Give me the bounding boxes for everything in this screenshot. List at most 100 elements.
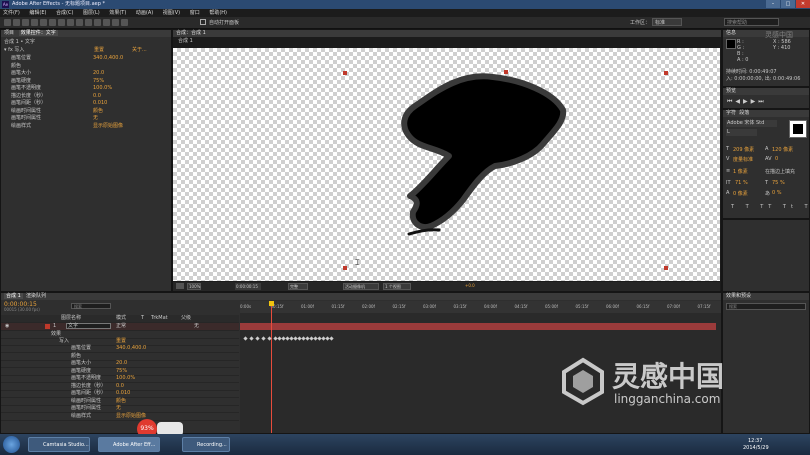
effect-prop-value[interactable]: 75% [93,78,104,85]
effect-prop-row[interactable]: 颜色 [11,63,171,70]
layer-row[interactable]: ◉ 1 文字 正常 无 [1,323,239,331]
tab-comp-1[interactable]: 合成 1 [4,293,23,299]
prev-frame-icon[interactable]: ◀ [735,98,743,105]
menu-layer[interactable]: 图层(L) [83,10,100,16]
timeline-prop-value[interactable]: 颜色 [116,398,126,405]
tab-project[interactable]: 项目 [4,30,14,36]
menu-effect[interactable]: 效果(T) [109,10,126,16]
time-ruler[interactable]: 0:00s 00:15f 01:00f 01:15f 02:00f 02:15f 03:00… [240,301,721,313]
effect-prop-value[interactable]: 340.0,400.0 [93,55,123,62]
eye-icon[interactable]: ◉ [5,323,9,330]
clone-tool-icon[interactable] [94,19,101,26]
brush-tool-icon[interactable] [85,19,92,26]
layer-color-label[interactable] [45,324,50,329]
effect-prop-row[interactable]: 画笔不透明度 100.0% [11,85,171,92]
roto-brush-tool-icon[interactable] [112,19,119,26]
menu-file[interactable]: 文件(F) [3,10,20,16]
effect-prop-row[interactable]: 画笔位置 340.0,400.0 [11,55,171,62]
current-time-indicator[interactable] [271,301,272,433]
layer-mode-select[interactable]: 正常 [116,323,126,330]
col-layer-name[interactable]: 图层名称 [61,315,81,322]
effect-prop-row[interactable]: 画笔间距（秒） 0.010 [11,100,171,107]
menu-help[interactable]: 帮助(H) [209,10,227,16]
timeline-prop-value[interactable]: 20.0 [116,360,127,367]
tab-preview[interactable]: 预览 [723,88,809,95]
camera-select[interactable]: 活动摄像机 [343,283,379,290]
bbox-handle-bl[interactable] [343,266,347,270]
effect-prop-row[interactable]: 描边长度（秒） 0.0 [11,93,171,100]
exposure-value[interactable]: +0.0 [465,283,475,288]
text-tool-icon[interactable] [76,19,83,26]
timeline-prop-row[interactable]: 绘画样式 显示原始图像 [1,413,239,421]
selection-tool-icon[interactable] [4,19,11,26]
timeline-prop-value[interactable]: 75% [116,368,127,375]
keyframe[interactable] [267,336,272,341]
taskbar-after-effects[interactable]: Adobe After Eff... [98,437,160,452]
keyframe[interactable] [255,336,260,341]
kerning-value[interactable]: 度量标准 [733,156,753,163]
rotate-tool-icon[interactable] [31,19,38,26]
menu-animation[interactable]: 动画(A) [136,10,153,16]
effect-prop-value[interactable]: 无 [93,115,98,122]
comp-viewer[interactable]: ⌶ [173,48,720,281]
play-icon[interactable]: ▶ [743,98,751,105]
menu-composition[interactable]: 合成(C) [56,10,73,16]
help-search-input[interactable]: 搜索帮助 [724,18,779,26]
effect-prop-row[interactable]: 画笔大小 20.0 [11,70,171,77]
auto-open-checkbox[interactable] [200,19,206,25]
comp-subtab[interactable]: 合成 1 [178,38,193,45]
playhead-handle[interactable] [269,301,274,306]
timeline-prop-value[interactable]: 0.0 [116,383,124,390]
font-family-select[interactable]: Adobe 宋体 Std [726,120,777,127]
fx-toggle-icon[interactable]: ▾ fx [4,47,13,53]
stroke-color-swatch[interactable] [793,124,803,134]
layer-duration-bar[interactable] [240,323,716,330]
stroke-mode-select[interactable]: 在描边上填充 [765,168,795,175]
pen-tool-icon[interactable] [67,19,74,26]
close-button[interactable]: ✕ [796,0,810,8]
maximize-button[interactable]: □ [781,0,795,8]
col-parent[interactable]: 父级 [181,315,191,322]
text-style-buttons[interactable]: T T TT Tt T¹ T₁ [731,204,810,210]
workspace-select[interactable]: 标准 [652,18,682,26]
minimize-button[interactable]: – [766,0,780,8]
timeline-prop-value[interactable]: 0.010 [116,390,130,397]
col-trkmat[interactable]: TrkMat [151,315,168,322]
tab-character[interactable]: 字符 [726,110,736,116]
taskbar-camtasia[interactable]: Camtasia Studio... [28,437,90,452]
keyframe[interactable] [249,336,254,341]
viewer-timecode[interactable]: 0:00:00:15 [235,283,261,290]
timeline-prop-value[interactable]: 100.0% [116,375,135,382]
keyframe[interactable] [243,336,248,341]
hand-tool-icon[interactable] [13,19,20,26]
effect-prop-value[interactable]: 0.010 [93,100,107,107]
timeline-search-input[interactable]: 搜索 [71,303,111,309]
bbox-handle-tl[interactable] [343,71,347,75]
effect-prop-value[interactable]: 颜色 [93,108,103,115]
effect-prop-row[interactable]: 绘画时间属性 颜色 [11,108,171,115]
stroke-width-value[interactable]: 1 像素 [733,168,748,175]
effect-prop-value[interactable]: 显示原始图像 [93,123,123,130]
rectangle-tool-icon[interactable] [58,19,65,26]
always-preview-icon[interactable] [176,283,184,289]
timeline-prop-value[interactable]: 340.0,400.0 [116,345,146,352]
bbox-handle-br[interactable] [664,266,668,270]
effect-prop-row[interactable]: 绘画样式 显示原始图像 [11,123,171,130]
effect-prop-value[interactable]: 100.0% [93,85,112,92]
font-size-value[interactable]: 209 像素 [733,146,754,153]
menu-window[interactable]: 窗口 [190,10,200,16]
baseline-value[interactable]: 0 像素 [733,190,748,197]
bbox-handle-tm[interactable] [504,70,508,74]
menu-view[interactable]: 视图(V) [163,10,180,16]
fx-reset-link[interactable]: 重置 [94,47,104,54]
col-mode[interactable]: 模式 [116,315,126,322]
fx-write-reset[interactable]: 重置 [116,338,126,345]
effects-search-input[interactable]: 搜索 [726,303,806,310]
layer-parent-select[interactable]: 无 [194,323,199,330]
keyframe[interactable] [329,336,334,341]
leading-value[interactable]: 120 像素 [772,146,793,153]
start-button-icon[interactable] [3,436,20,453]
tab-effects-presets[interactable]: 效果和预设 [723,293,809,300]
effect-prop-row[interactable]: 画笔时间属性 无 [11,115,171,122]
taskbar-recording[interactable]: Recording... [182,437,230,452]
